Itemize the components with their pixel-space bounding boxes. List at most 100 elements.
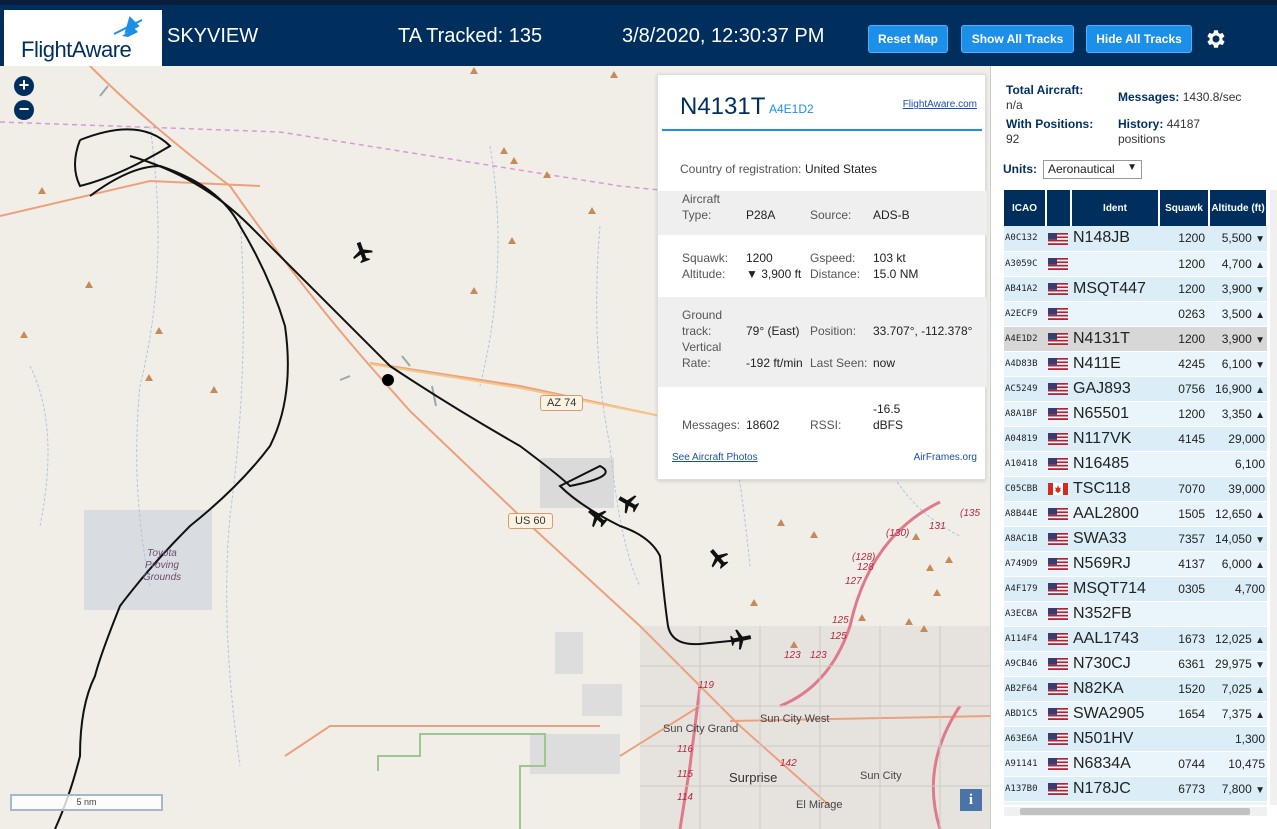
column-header-squawk[interactable]: Squawk bbox=[1159, 190, 1210, 226]
flag-cell bbox=[1046, 351, 1071, 377]
table-row[interactable]: A4F179 MSQT714 0305 4,700 bbox=[1004, 576, 1267, 602]
flag-cell bbox=[1046, 801, 1071, 805]
altitude-cell: 3,900 ▼ bbox=[1209, 276, 1267, 302]
aircraft-info-popup: N4131T A4E1D2 FlightAware.com Country of… bbox=[657, 74, 987, 480]
show-all-tracks-button[interactable]: Show All Tracks bbox=[961, 25, 1074, 53]
flightaware-link[interactable]: FlightAware.com bbox=[903, 99, 977, 110]
aircraft-photos-link[interactable]: See Aircraft Photos bbox=[672, 452, 758, 463]
altitude-trend-icon: ▼ bbox=[1255, 534, 1265, 546]
us-flag-icon bbox=[1048, 608, 1068, 621]
sidebar-messages-value: 1430.8/sec bbox=[1182, 90, 1242, 104]
column-header-flag[interactable] bbox=[1046, 190, 1072, 226]
current-datetime: 3/8/2020, 12:30:37 PM bbox=[622, 25, 825, 47]
squawk-cell: 0744 bbox=[1159, 751, 1209, 777]
scrollbar-thumb[interactable] bbox=[1020, 808, 1250, 815]
table-row[interactable]: A749D9 N569RJ 4137 6,000 ▲ bbox=[1004, 551, 1267, 577]
table-row[interactable]: A4E1D2 N4131T 1200 3,900 ▼ bbox=[1004, 326, 1267, 352]
popup-hex-code[interactable]: A4E1D2 bbox=[769, 102, 814, 116]
aircraft-type-value: P28A bbox=[746, 208, 776, 222]
table-row[interactable]: A0F55A N16AE 3,800 bbox=[1004, 801, 1267, 805]
squawk-cell: 7357 bbox=[1159, 526, 1209, 552]
table-row[interactable]: AC5249 GAJ893 0756 16,900 ▲ bbox=[1004, 376, 1267, 402]
horizontal-scrollbar[interactable] bbox=[1004, 807, 1267, 816]
altitude-cell: 7,800 ▼ bbox=[1209, 776, 1267, 802]
altitude-trend-icon: ▼ bbox=[1255, 284, 1265, 296]
flag-cell bbox=[1046, 401, 1071, 427]
source-label: Source: bbox=[810, 208, 852, 222]
ident-cell: N178JC bbox=[1071, 776, 1159, 802]
altitude-value: 29,975 bbox=[1215, 656, 1252, 671]
zoom-in-button[interactable]: + bbox=[14, 76, 34, 96]
table-row[interactable]: A3ECBA N352FB bbox=[1004, 601, 1267, 627]
airframes-link[interactable]: AirFrames.org bbox=[914, 452, 977, 463]
column-header-altitude[interactable]: Altitude (ft) bbox=[1209, 190, 1267, 226]
road-label-az74: AZ 74 bbox=[540, 395, 584, 411]
us-flag-icon bbox=[1048, 683, 1068, 696]
messages-value: 18602 bbox=[746, 418, 780, 432]
table-row[interactable]: A3059C 1200 4,700 ▲ bbox=[1004, 251, 1267, 277]
altitude-trend-icon: ▲ bbox=[1255, 709, 1265, 721]
altitude-value: 6,100 bbox=[1234, 456, 1265, 471]
rssi-value: -16.5 dBFS bbox=[873, 402, 904, 432]
table-row[interactable]: A8A1BF N65501 1200 3,350 ▲ bbox=[1004, 401, 1267, 427]
column-header-ident[interactable]: Ident bbox=[1071, 190, 1160, 226]
altitude-cell: 16,900 ▲ bbox=[1209, 376, 1267, 402]
column-header-icao[interactable]: ICAO bbox=[1004, 190, 1047, 226]
table-row[interactable]: ABD1C5 SWA2905 1654 7,375 ▲ bbox=[1004, 701, 1267, 727]
with-positions-label: With Positions: bbox=[1006, 117, 1094, 131]
table-row[interactable]: A9CB46 N730CJ 6361 29,975 ▼ bbox=[1004, 651, 1267, 677]
altitude-trend-icon: ▲ bbox=[1255, 559, 1265, 571]
map-info-button[interactable]: i bbox=[960, 789, 982, 811]
source-value: ADS-B bbox=[873, 208, 910, 222]
table-row[interactable]: A8AC1B SWA33 7357 14,050 ▼ bbox=[1004, 526, 1267, 552]
table-row[interactable]: A91141 N6834A 0744 10,475 bbox=[1004, 751, 1267, 777]
squawk-cell: 0756 bbox=[1159, 376, 1209, 402]
table-row[interactable]: A2ECF9 0263 3,500 ▲ bbox=[1004, 301, 1267, 327]
plane-logo-icon bbox=[113, 16, 143, 37]
flightaware-logo[interactable]: FlightAware bbox=[4, 10, 162, 66]
gear-icon[interactable] bbox=[1203, 27, 1227, 51]
altitude-trend-icon: ▲ bbox=[1255, 409, 1265, 421]
table-row[interactable]: C05CBB TSC118 7070 39,000 bbox=[1004, 476, 1267, 502]
table-row[interactable]: A4D83B N411E 4245 6,100 ▼ bbox=[1004, 351, 1267, 377]
vertical-scrollbar[interactable] bbox=[1270, 190, 1277, 805]
flag-cell bbox=[1046, 326, 1071, 352]
ident-cell: N352FB bbox=[1071, 601, 1159, 627]
units-select[interactable]: Aeronautical ▼ bbox=[1043, 160, 1142, 179]
route-number: 123 bbox=[810, 650, 827, 661]
icao-cell: A2ECF9 bbox=[1004, 301, 1046, 327]
ground-track-value: 79° (East) bbox=[746, 324, 800, 338]
us-flag-icon bbox=[1048, 358, 1068, 371]
us-flag-icon bbox=[1048, 533, 1068, 546]
squawk-cell bbox=[1159, 451, 1209, 477]
popup-divider bbox=[662, 129, 982, 131]
table-row[interactable]: A0C132 N148JB 1200 5,500 ▼ bbox=[1004, 226, 1267, 252]
flag-cell bbox=[1046, 426, 1071, 452]
flag-cell bbox=[1046, 701, 1071, 727]
popup-track-row: Ground track: 79° (East) Position: 33.70… bbox=[658, 297, 987, 387]
reset-map-button[interactable]: Reset Map bbox=[868, 25, 948, 53]
us-flag-icon bbox=[1048, 258, 1068, 271]
altitude-cell: 6,100 bbox=[1209, 451, 1267, 477]
zoom-out-button[interactable]: − bbox=[14, 100, 34, 120]
aircraft-table: ICAO Ident Squawk Altitude (ft) A0C132 N1… bbox=[1004, 190, 1267, 805]
table-row[interactable]: A137B0 N178JC 6773 7,800 ▼ bbox=[1004, 776, 1267, 802]
altitude-cell: 39,000 bbox=[1209, 476, 1267, 502]
table-row[interactable]: A04819 N117VK 4145 29,000 bbox=[1004, 426, 1267, 452]
table-row[interactable]: AB41A2 MSQT447 1200 3,900 ▼ bbox=[1004, 276, 1267, 302]
rssi-label: RSSI: bbox=[810, 418, 842, 432]
table-row[interactable]: A114F4 AAL1743 1673 12,025 ▲ bbox=[1004, 626, 1267, 652]
table-row[interactable]: A63E6A N501HV 1,300 bbox=[1004, 726, 1267, 752]
hide-all-tracks-button[interactable]: Hide All Tracks bbox=[1086, 25, 1192, 53]
table-row[interactable]: AB2F64 N82KA 1520 7,025 ▲ bbox=[1004, 676, 1267, 702]
ident-cell: N117VK bbox=[1071, 426, 1159, 452]
logo-text: FlightAware bbox=[21, 37, 132, 62]
squawk-cell: 0263 bbox=[1159, 301, 1209, 327]
us-flag-icon bbox=[1048, 583, 1068, 596]
altitude-cell: 12,650 ▲ bbox=[1209, 501, 1267, 527]
icao-cell: A3059C bbox=[1004, 251, 1046, 277]
table-row[interactable]: A10418 N16485 6,100 bbox=[1004, 451, 1267, 477]
table-row[interactable]: A8B44E AAL2800 1505 12,650 ▲ bbox=[1004, 501, 1267, 527]
altitude-trend-icon: ▲ bbox=[1255, 634, 1265, 646]
squawk-cell: 1200 bbox=[1159, 226, 1209, 252]
